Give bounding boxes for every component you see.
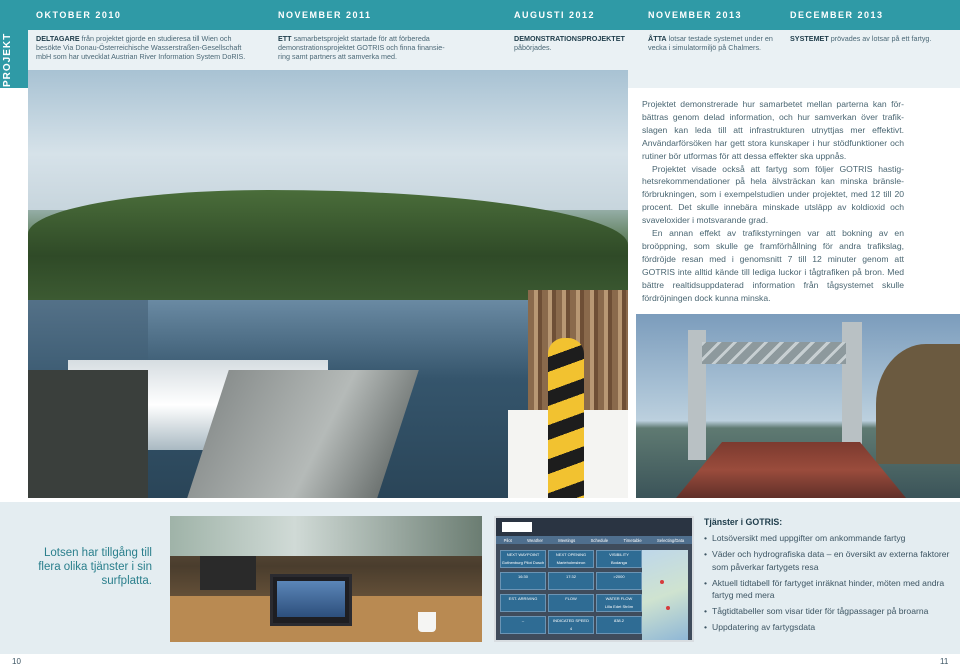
tablet-cell: 838.2 bbox=[596, 616, 642, 634]
tablet-cell-label: EST. ARRIVING bbox=[508, 596, 538, 601]
tablet-cell-value: 16:30 bbox=[517, 574, 528, 579]
tablet-cell-value: 838.2 bbox=[613, 618, 624, 623]
timeline-entry: DEMONSTRATIONSPROJEKTET påbörjades. bbox=[514, 34, 625, 52]
laptop bbox=[270, 574, 352, 626]
tablet-cell-label: NEXT WAYPOINT bbox=[506, 552, 540, 557]
tablet-cell-value: Marieholmsbron bbox=[556, 560, 586, 565]
tablet-cell: NEXT WAYPOINT Gothenburg Pilot Dusch bbox=[500, 550, 546, 568]
timeline-date: AUGUSTI 2012 bbox=[514, 10, 596, 20]
pilot-cabin-photo bbox=[170, 516, 482, 642]
gotris-logo bbox=[502, 522, 532, 532]
canal-lock-photo bbox=[28, 70, 628, 498]
tablet-cell-value: 4 bbox=[569, 626, 573, 631]
tablet-cell-value: Lilla Edet Ström bbox=[604, 604, 634, 609]
tablet-cell-label: INDICATED SPEED bbox=[553, 618, 589, 623]
tablet-nav-item: Weather bbox=[527, 537, 543, 543]
services-item: Uppdatering av fartygsdata bbox=[704, 621, 956, 634]
body-paragraph: En annan effekt av trafikstyrningen var … bbox=[642, 228, 904, 303]
tablet-screenshot: Pilot Weather Meetings Schedule Timetabl… bbox=[494, 516, 694, 642]
tablet-cell-value: >2000 bbox=[613, 574, 625, 579]
page-number-right: 11 bbox=[940, 657, 949, 666]
tablet-cell-value: 17:32 bbox=[565, 574, 576, 579]
services-title: Tjänster i GOTRIS: bbox=[704, 517, 783, 527]
tablet-cell: WATER FLOW Lilla Edet Ström bbox=[596, 594, 642, 612]
tablet-cell: FLOW bbox=[548, 594, 594, 612]
tablet-cell-label: WATER FLOW bbox=[605, 596, 633, 601]
timeline-entry: SYSTEMET prövades av lotsar på ett farty… bbox=[790, 34, 932, 43]
page-number-left: 10 bbox=[12, 657, 21, 666]
tablet-nav-item: Pilot bbox=[503, 537, 512, 543]
services-box: Tjänster i GOTRIS: Lotsöversikt med uppg… bbox=[704, 516, 956, 637]
services-item: Lotsöversikt med uppgifter om ankommande… bbox=[704, 532, 956, 545]
timeline-date: NOVEMBER 2013 bbox=[648, 10, 743, 20]
tablet-nav-item: Timetable bbox=[623, 537, 642, 543]
tablet-cell-label: NEXT OPENING bbox=[555, 552, 587, 557]
timeline-date: OKTOBER 2010 bbox=[36, 10, 122, 20]
timeline-date: DECEMBER 2013 bbox=[790, 10, 884, 20]
timeline-date: NOVEMBER 2011 bbox=[278, 10, 372, 20]
tablet-cell: – bbox=[500, 616, 546, 634]
tablet-cell: INDICATED SPEED 4 bbox=[548, 616, 594, 634]
body-paragraph: Projektet visade också att fartyg som fö… bbox=[642, 163, 904, 226]
tablet-nav-item: Selecting/Data bbox=[657, 537, 685, 543]
tablet-nav-item: Meetings bbox=[558, 537, 576, 543]
services-item: Tågtidtabeller som visar tider för tågpa… bbox=[704, 605, 956, 618]
services-item: Väder och hydrografiska data – en översi… bbox=[704, 548, 956, 573]
tablet-cell-label: FLOW bbox=[565, 596, 577, 601]
tablet-cell-value: Bodanga bbox=[610, 560, 627, 565]
services-list: Lotsöversikt med uppgifter om ankommande… bbox=[704, 532, 956, 633]
tablet-cell-value: Gothenburg Pilot Dusch bbox=[501, 560, 545, 565]
section-label: PROJEKT bbox=[2, 32, 13, 88]
tablet-cell: 17:32 bbox=[548, 572, 594, 590]
timeline-entry: ÅTTA lotsar testade systemet under en ve… bbox=[648, 34, 773, 52]
photo-caption: Lotsen har tillgång till flera olika tjä… bbox=[38, 547, 152, 587]
tablet-cell: >2000 bbox=[596, 572, 642, 590]
timeline-entry: ETT samarbetsprojekt startade för att fö… bbox=[278, 34, 445, 61]
tablet-nav-item: Schedule bbox=[590, 537, 609, 543]
tablet-cell-label: VISIBILITY bbox=[609, 552, 629, 557]
timeline-entry: DELTAGARE från projektet gjorde en studi… bbox=[36, 34, 246, 61]
tablet-cell: VISIBILITY Bodanga bbox=[596, 550, 642, 568]
tablet-nav: Pilot Weather Meetings Schedule Timetabl… bbox=[496, 536, 692, 544]
article-body: Projektet demonstrerade hur samarbetet m… bbox=[642, 98, 904, 305]
services-item: Aktuell tidtabell för fartyget inräknat … bbox=[704, 577, 956, 602]
tablet-cell: NEXT OPENING Marieholmsbron bbox=[548, 550, 594, 568]
tablet-cell: 16:30 bbox=[500, 572, 546, 590]
section-tab: PROJEKT bbox=[0, 0, 28, 88]
body-paragraph: Projektet demonstrerade hur samarbetet m… bbox=[642, 99, 904, 161]
tablet-map bbox=[642, 550, 688, 640]
bridge-photo bbox=[636, 314, 960, 498]
tablet-cell-value: – bbox=[521, 618, 525, 623]
tablet-cell: EST. ARRIVING bbox=[500, 594, 546, 612]
